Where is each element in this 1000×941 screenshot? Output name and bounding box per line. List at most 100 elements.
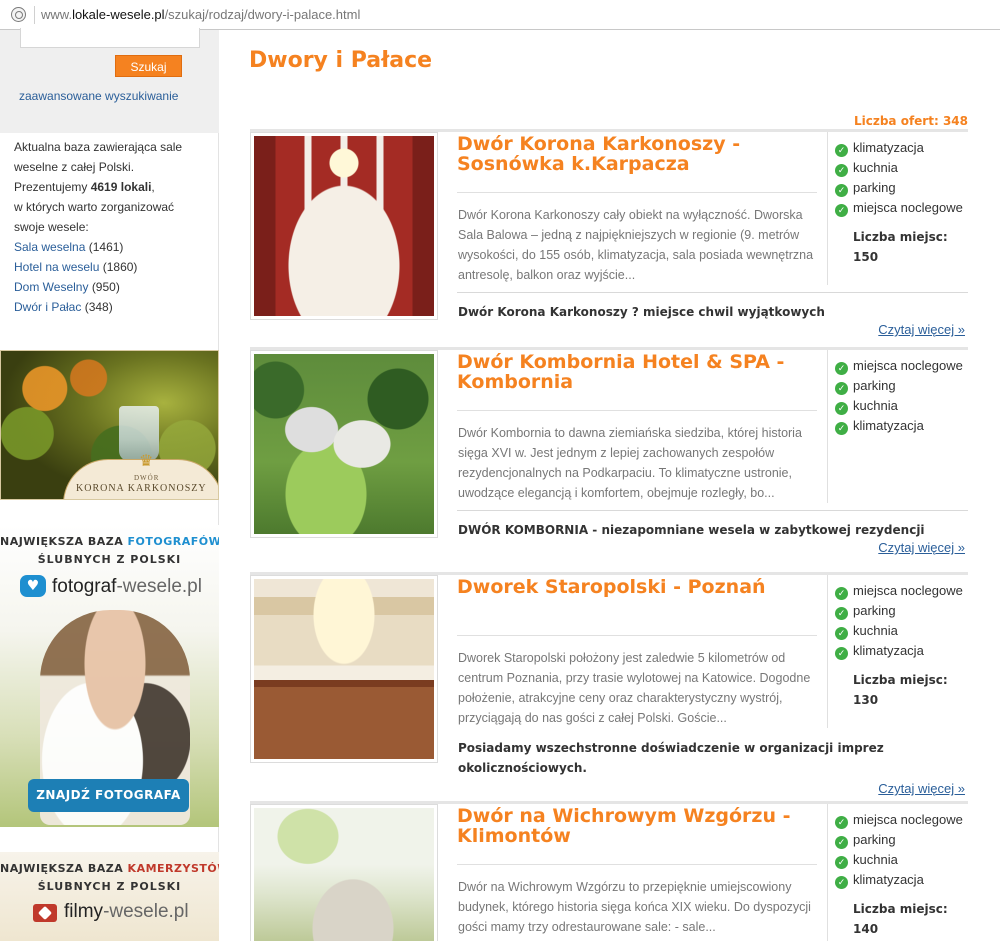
logo-brand: KORONA KARKONOSZY <box>76 483 207 494</box>
feature-item: ✓ klimatyzacja <box>835 870 975 890</box>
capacity-label: Liczba miejsc: <box>853 673 948 687</box>
advanced-search-link[interactable]: zaawansowane wyszukiwanie <box>19 89 178 103</box>
info-text: w których warto zorganizować <box>14 200 175 214</box>
read-more-link[interactable]: Czytaj więcej » <box>878 540 965 555</box>
venue-title[interactable]: Dworek Staropolski - Poznań <box>457 577 807 597</box>
page-title: Dwory i Pałace <box>249 48 433 73</box>
search-input[interactable] <box>20 28 200 48</box>
info-text: Aktualna baza zawierająca sale <box>14 140 183 154</box>
korona-karkonoszy-banner[interactable]: ♛ DWÓR KORONA KARKONOSZY <box>0 350 219 500</box>
feature-item: ✓ miejsca noclegowe <box>835 810 975 830</box>
venue-photo <box>254 808 434 941</box>
search-button[interactable]: Szukaj <box>115 55 182 77</box>
heart-icon: ♥ <box>20 575 46 597</box>
feature-list: ✓ miejsca noclegowe ✓ parking ✓ kuchnia ✓ kl… <box>835 356 975 436</box>
feature-item: ✓ klimatyzacja <box>835 138 975 158</box>
banner-subheadline: ŚLUBNYCH Z POLSKI <box>37 880 182 893</box>
check-icon: ✓ <box>835 647 848 660</box>
find-photographer-button[interactable]: ZNAJDŹ FOTOGRAFA <box>28 779 189 812</box>
feature-item: ✓ kuchnia <box>835 621 975 641</box>
feature-item: ✓ parking <box>835 830 975 850</box>
venue-slogan: DWÓR KOMBORNIA - niezapomniane wesela w … <box>458 523 925 537</box>
category-link-sala-weselna[interactable]: Sala weselna (1461) <box>14 237 209 257</box>
check-icon: ✓ <box>835 144 848 157</box>
check-icon: ✓ <box>835 184 848 197</box>
capacity-label: Liczba miejsc: <box>853 230 948 244</box>
venue-listing: Dworek Staropolski - Poznań Dworek Staro… <box>250 572 968 802</box>
check-icon: ✓ <box>835 204 848 217</box>
venue-thumbnail[interactable] <box>250 350 438 538</box>
capacity-label: Liczba miejsc: <box>853 902 948 916</box>
banner-site-name: fotograf-wesele.pl <box>52 576 202 597</box>
check-icon: ✓ <box>835 382 848 395</box>
feature-item: ✓ kuchnia <box>835 396 975 416</box>
venue-description: Dwór na Wichrowym Wzgórzu to przepięknie… <box>458 880 811 934</box>
category-link-hotel[interactable]: Hotel na weselu (1860) <box>14 257 209 277</box>
banner-headline: NAJWIĘKSZA BAZA FOTOGRAFÓW <box>0 535 219 548</box>
venue-thumbnail[interactable] <box>250 132 438 320</box>
address-bar[interactable]: www.lokale-wesele.pl/szukaj/rodzaj/dwory… <box>0 0 1000 30</box>
venue-title[interactable]: Dwór Korona Karkonoszy - Sosnówka k.Karp… <box>457 134 807 174</box>
capacity-value: 150 <box>853 250 879 264</box>
check-icon: ✓ <box>835 587 848 600</box>
divider <box>457 192 817 193</box>
logo-subtitle: DWÓR <box>134 474 160 482</box>
feature-item: ✓ klimatyzacja <box>835 641 975 661</box>
check-icon: ✓ <box>835 816 848 829</box>
info-text: swoje wesele: <box>14 220 89 234</box>
category-link-dom-weselny[interactable]: Dom Weselny (950) <box>14 277 209 297</box>
divider <box>34 6 35 24</box>
divider <box>827 350 828 503</box>
check-icon: ✓ <box>835 627 848 640</box>
category-link-dwor-palac[interactable]: Dwór i Pałac (348) <box>14 297 209 317</box>
check-icon: ✓ <box>835 856 848 869</box>
feature-list: ✓ miejsca noclegowe ✓ parking ✓ kuchnia ✓ kl… <box>835 810 975 890</box>
check-icon: ✓ <box>835 402 848 415</box>
venue-title[interactable]: Dwór Kombornia Hotel & SPA - Kombornia <box>457 352 807 392</box>
url-text[interactable]: www.lokale-wesele.pl/szukaj/rodzaj/dwory… <box>41 7 360 22</box>
check-icon: ✓ <box>835 836 848 849</box>
venue-description: Dwór Kombornia to dawna ziemiańska siedz… <box>458 426 802 500</box>
offers-count: Liczba ofert: 348 <box>853 114 968 128</box>
divider <box>457 292 968 293</box>
feature-item: ✓ klimatyzacja <box>835 416 975 436</box>
divider <box>457 510 968 511</box>
banner-site-name: filmy-wesele.pl <box>64 901 189 922</box>
divider <box>457 864 817 865</box>
filmy-wesele-banner[interactable]: NAJWIĘKSZA BAZA KAMERZYSTÓW ŚLUBNYCH Z P… <box>0 852 219 941</box>
venue-title[interactable]: Dwór na Wichrowym Wzgórzu - Klimontów <box>457 806 807 846</box>
sidebar: Szukaj zaawansowane wyszukiwanie Aktualn… <box>0 28 219 941</box>
venue-listing: Dwór Korona Karkonoszy - Sosnówka k.Karp… <box>250 129 968 347</box>
feature-item: ✓ kuchnia <box>835 850 975 870</box>
venue-photo <box>254 579 434 759</box>
divider <box>827 132 828 285</box>
banner-headline: NAJWIĘKSZA BAZA KAMERZYSTÓW <box>0 862 219 875</box>
film-icon <box>33 904 57 922</box>
divider <box>827 804 828 941</box>
venue-thumbnail[interactable] <box>250 804 438 941</box>
info-text: Prezentujemy 4619 lokali, <box>14 180 155 194</box>
divider <box>457 410 817 411</box>
database-info: Aktualna baza zawierająca sale weselne z… <box>14 137 209 317</box>
venue-thumbnail[interactable] <box>250 575 438 763</box>
venue-slogan: Posiadamy wszechstronne doświadczenie w … <box>458 741 884 775</box>
search-panel: Szukaj zaawansowane wyszukiwanie <box>0 28 219 133</box>
feature-item: ✓ parking <box>835 601 975 621</box>
venue-slogan: Dwór Korona Karkonoszy ? miejsce chwil w… <box>458 305 825 319</box>
read-more-link[interactable]: Czytaj więcej » <box>878 781 965 796</box>
check-icon: ✓ <box>835 607 848 620</box>
venue-description: Dworek Staropolski położony jest zaledwi… <box>458 651 811 725</box>
venue-description: Dwór Korona Karkonoszy cały obiekt na wy… <box>458 208 814 282</box>
venue-count: 4619 lokali <box>90 180 152 194</box>
crown-icon: ♛ <box>139 451 154 470</box>
venue-photo <box>254 354 434 534</box>
check-icon: ✓ <box>835 876 848 889</box>
fotograf-wesele-banner[interactable]: NAJWIĘKSZA BAZA FOTOGRAFÓW ŚLUBNYCH Z PO… <box>0 525 219 827</box>
check-icon: ✓ <box>835 422 848 435</box>
venue-photo <box>254 136 434 316</box>
feature-item: ✓ miejsca noclegowe <box>835 198 975 218</box>
read-more-link[interactable]: Czytaj więcej » <box>878 322 965 337</box>
feature-list: ✓ klimatyzacja ✓ kuchnia ✓ parking ✓ miejsca… <box>835 138 975 218</box>
check-icon: ✓ <box>835 164 848 177</box>
feature-item: ✓ miejsca noclegowe <box>835 356 975 376</box>
